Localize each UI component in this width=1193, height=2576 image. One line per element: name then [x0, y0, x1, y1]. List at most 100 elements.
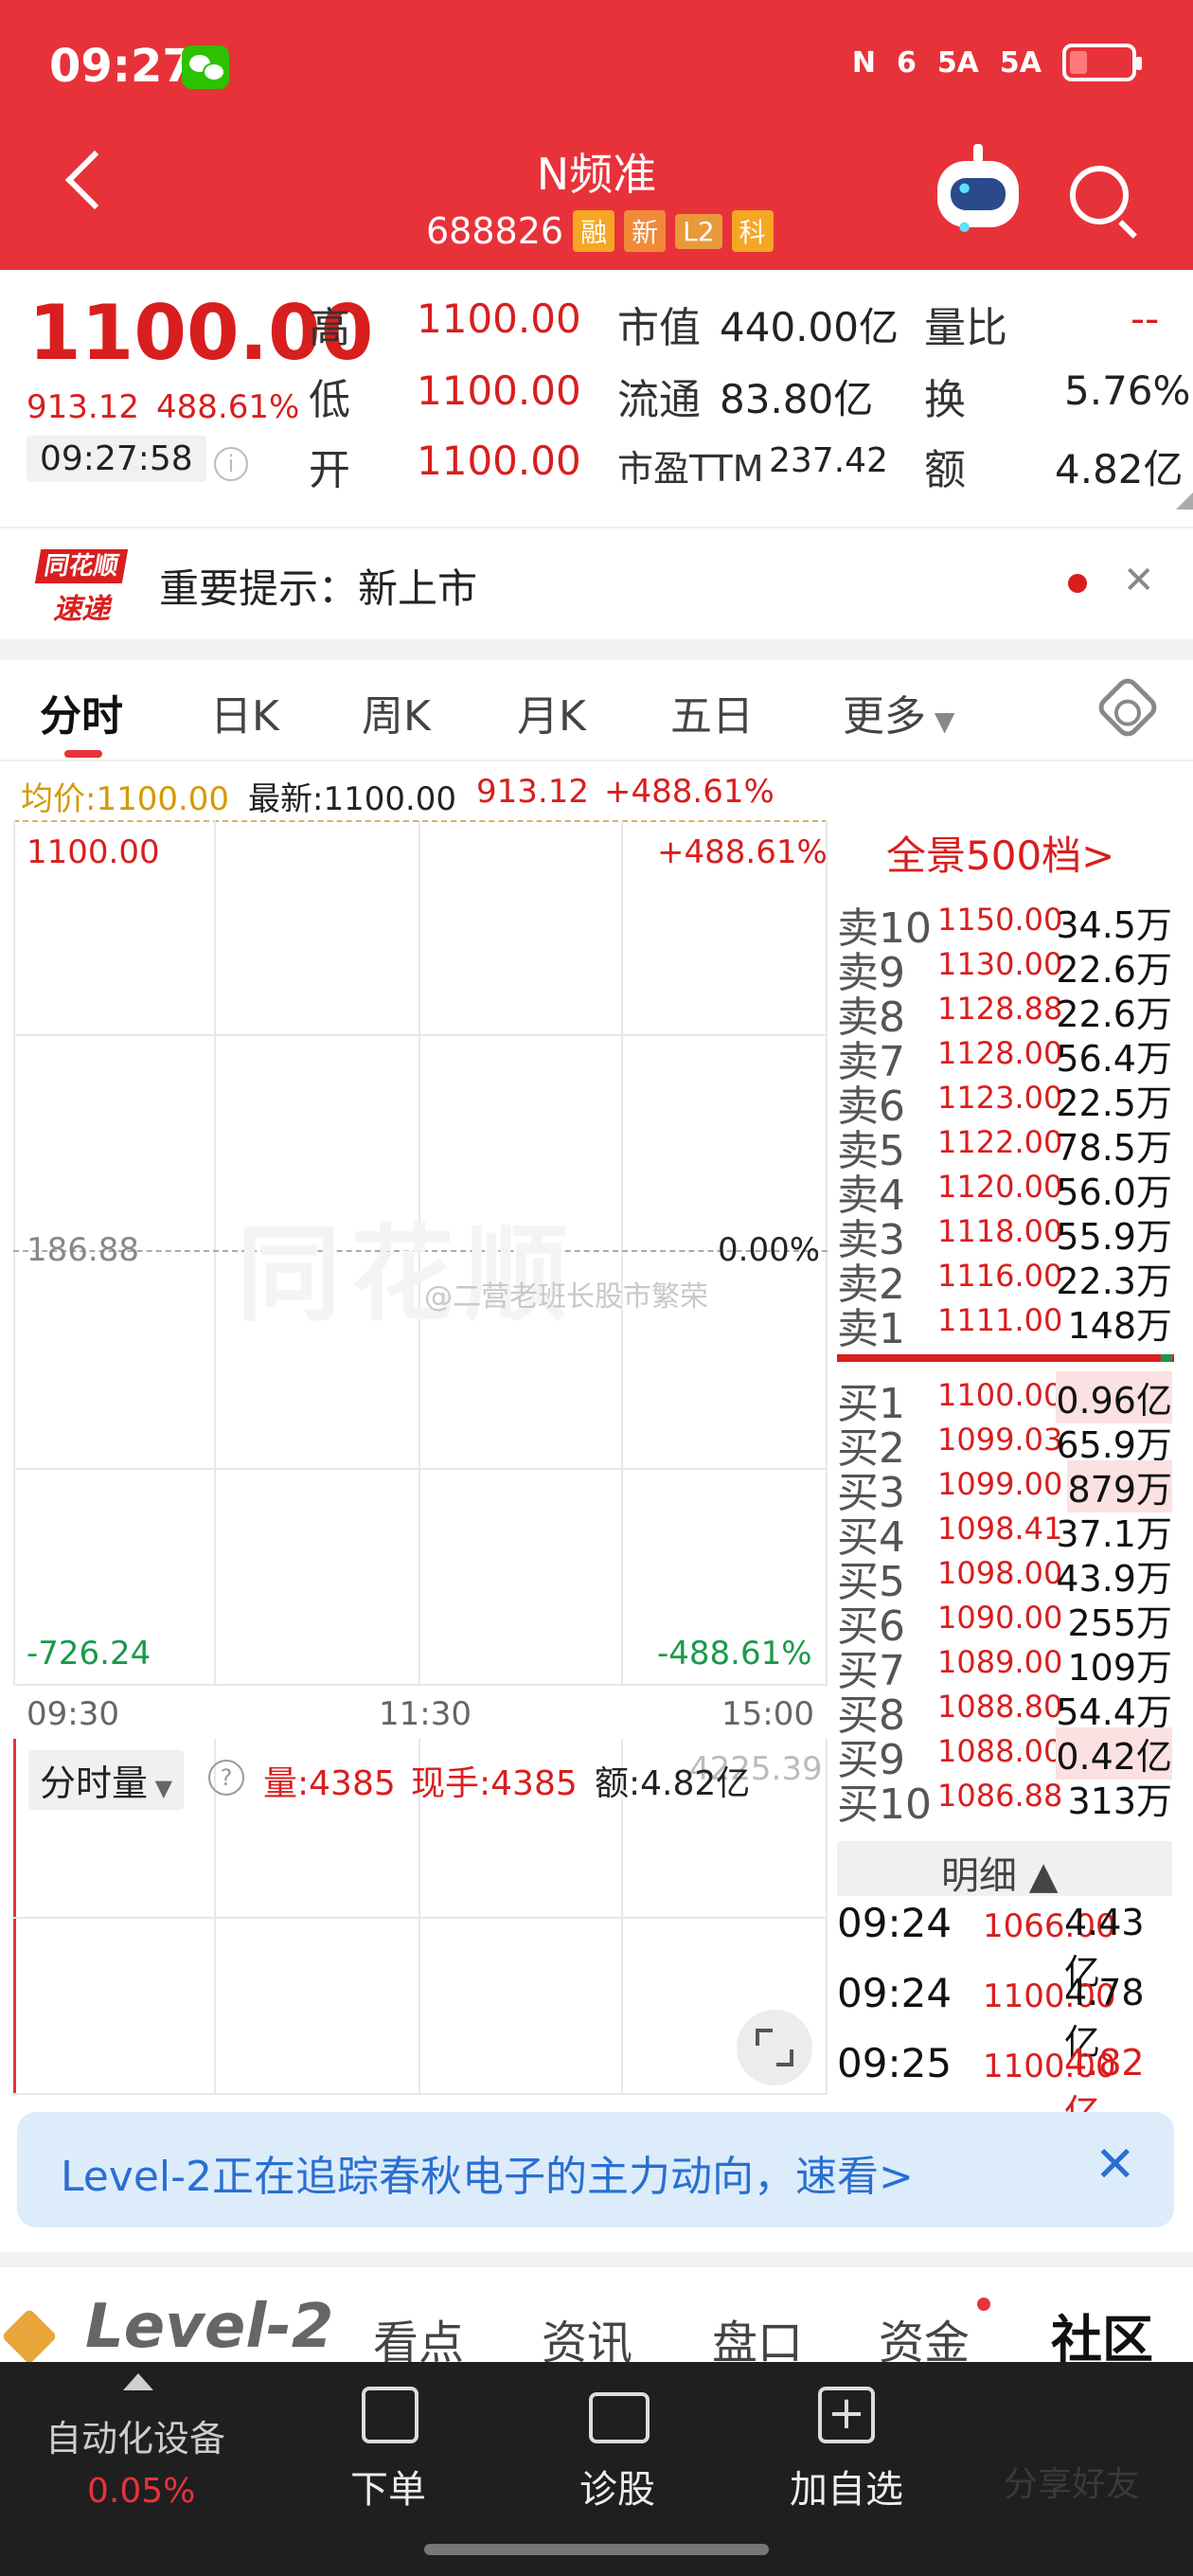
logo-top-text: 同花顺	[34, 549, 129, 583]
level-price: 1086.88	[937, 1778, 1063, 1814]
margin-tag: 融	[573, 210, 615, 252]
chevron-up-icon[interactable]	[123, 2373, 153, 2390]
volume-type-label: 分时量	[40, 1762, 149, 1804]
ask-level-row[interactable]: 卖3 1118.00 55.9万	[837, 1206, 1187, 1264]
tab-monthly-k[interactable]: 月K	[517, 682, 586, 742]
volume-ratio-value: --	[1131, 295, 1160, 342]
ask-level-row[interactable]: 卖6 1123.00 22.5万	[837, 1072, 1187, 1131]
bid-level-row[interactable]: 买8 1088.80 54.4万	[837, 1681, 1187, 1740]
level-price: 1116.00	[937, 1258, 1063, 1294]
grid-line	[13, 820, 15, 1686]
close-icon[interactable]: ✕	[1095, 2137, 1136, 2193]
latest-price: 最新:1100.00	[248, 780, 457, 818]
volume-value: 量:4385	[263, 1764, 396, 1803]
tonghuashun-express-logo: 同花顺 速递	[34, 549, 129, 626]
ask-level-row[interactable]: 卖9 1130.00 22.6万	[837, 939, 1187, 997]
bid-level-row[interactable]: 买7 1089.00 109万	[837, 1637, 1187, 1695]
share-friends[interactable]: 分享好友	[1004, 2457, 1140, 2506]
level-price: 1111.00	[937, 1302, 1063, 1338]
latest-change: 913.12	[476, 773, 589, 811]
sector-name[interactable]: 自动化设备	[45, 2409, 225, 2461]
order-icon[interactable]	[362, 2387, 418, 2443]
volume-type-select[interactable]: 分时量 ▼	[28, 1750, 185, 1810]
bid-level-row[interactable]: 买4 1098.41 37.1万	[837, 1503, 1187, 1562]
close-icon[interactable]: ✕	[1123, 559, 1155, 602]
latest-change-pct: +488.61%	[604, 773, 775, 811]
ask-level-row[interactable]: 卖7 1128.00 56.4万	[837, 1028, 1187, 1086]
full-depth-link[interactable]: 全景500档>	[886, 824, 1114, 882]
pe-ttm-label: 市盈TTM	[617, 448, 764, 490]
diagnose-icon[interactable]	[589, 2392, 650, 2443]
tab-five-day[interactable]: 五日	[670, 682, 754, 742]
search-icon[interactable]	[1070, 166, 1129, 224]
stock-code: 688826	[426, 210, 564, 252]
volume-amount: 额:4.82亿	[595, 1764, 751, 1803]
axis-mid-right: 0.00%	[718, 1231, 821, 1269]
open-value: 1100.00	[417, 438, 581, 484]
amount-label: 额	[924, 446, 966, 494]
level-price: 1099.00	[937, 1466, 1063, 1502]
bid-level-row[interactable]: 买9 1088.00 0.42亿	[837, 1726, 1187, 1784]
bid-level-row[interactable]: 买6 1090.00 255万	[837, 1592, 1187, 1651]
level2-banner-text[interactable]: Level-2正在追踪春秋电子的主力动向，速看>	[61, 2142, 914, 2203]
tab-weekly-k[interactable]: 周K	[362, 682, 431, 742]
chevron-down-icon: ▼	[148, 1775, 173, 1801]
wifi-icon: 6	[896, 45, 917, 80]
high-value: 1100.00	[417, 295, 581, 342]
ask-level-row[interactable]: 卖4 1120.00 56.0万	[837, 1161, 1187, 1220]
ask-level-row[interactable]: 卖2 1116.00 22.3万	[837, 1250, 1187, 1309]
tab-level2[interactable]: Level-2	[85, 2292, 333, 2362]
bid-ask-ratio-bar	[837, 1354, 1174, 1362]
trade-time: 09:25	[837, 2040, 953, 2086]
level-price: 1150.00	[937, 902, 1063, 938]
bid-level-row[interactable]: 买1 1100.00 0.96亿	[837, 1369, 1187, 1428]
grid-line	[214, 820, 216, 1686]
expand-corner-icon[interactable]	[1176, 492, 1193, 510]
home-indicator[interactable]	[424, 2544, 769, 2555]
tab-intraday[interactable]: 分时	[40, 682, 123, 742]
chart-watermark: 同花顺	[237, 1214, 578, 1335]
market-cap-label: 市值	[617, 304, 701, 352]
ask-level-row[interactable]: 卖5 1122.00 78.5万	[837, 1117, 1187, 1175]
tab-daily-k[interactable]: 日K	[210, 682, 279, 742]
nav-diagnose[interactable]: 诊股	[579, 2459, 655, 2513]
unread-dot	[1068, 574, 1087, 593]
market-cap-value: 440.00亿	[720, 304, 899, 350]
bid-level-row[interactable]: 买10 1086.88 313万	[837, 1770, 1187, 1829]
ask-level-row[interactable]: 卖8 1128.88 22.6万	[837, 983, 1187, 1042]
divider	[0, 527, 1193, 528]
level-price: 1128.00	[937, 1035, 1063, 1071]
level-price: 1088.00	[937, 1733, 1063, 1769]
bid-level-row[interactable]: 买5 1098.00 43.9万	[837, 1547, 1187, 1606]
axis-mid-left: 186.88	[27, 1231, 139, 1269]
chevron-down-icon: ▼	[926, 706, 955, 737]
time-tick: 11:30	[379, 1695, 472, 1733]
status-icons: N 6 5A 5A	[852, 44, 1142, 81]
fullscreen-icon[interactable]	[737, 2010, 812, 2085]
ask-level-row[interactable]: 卖10 1150.00 34.5万	[837, 894, 1187, 953]
nav-order[interactable]: 下单	[350, 2459, 426, 2513]
level-volume: 313万	[1067, 1780, 1172, 1822]
help-icon[interactable]: ?	[208, 1760, 244, 1796]
axis-bottom-right: -488.61%	[657, 1635, 812, 1673]
robot-assistant-icon[interactable]	[937, 161, 1019, 248]
ask-level-row[interactable]: 卖1 1111.00 148万	[837, 1295, 1187, 1353]
time-tick: 15:00	[721, 1695, 814, 1733]
bid-level-row[interactable]: 买2 1099.03 65.9万	[837, 1414, 1187, 1473]
level-price: 1098.41	[937, 1511, 1063, 1547]
nav-add-watchlist[interactable]: 加自选	[790, 2459, 903, 2513]
info-icon[interactable]: i	[214, 447, 248, 481]
level-price: 1130.00	[937, 946, 1063, 982]
tab-more[interactable]: 更多 ▼	[843, 682, 954, 742]
notice-text[interactable]: 重要提示：新上市	[159, 557, 477, 615]
divider	[0, 760, 1193, 761]
level-price: 1118.00	[937, 1213, 1063, 1249]
grid-line	[621, 820, 623, 1686]
settings-icon[interactable]	[1094, 673, 1162, 742]
add-watchlist-icon[interactable]: +	[818, 2387, 875, 2443]
signal-5a-icon: 5A	[999, 45, 1042, 80]
bid-level-row[interactable]: 买3 1099.00 879万	[837, 1458, 1187, 1517]
level-volume: 148万	[1067, 1305, 1172, 1347]
l2-tag: L2	[675, 213, 722, 249]
detail-title[interactable]: 明细 ▲	[941, 1845, 1058, 1900]
